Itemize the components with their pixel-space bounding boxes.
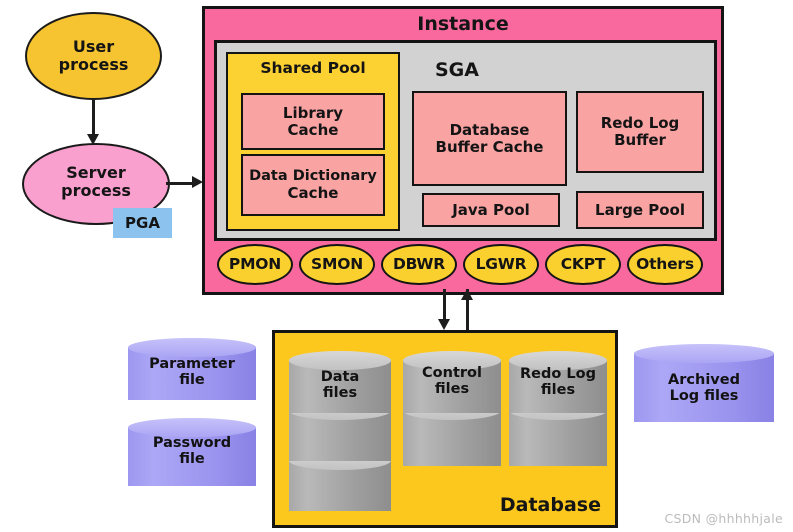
background-process-others-label: Others <box>636 254 694 273</box>
instance-container[interactable]: Instance SGA Shared Pool Library Cache D… <box>202 6 724 295</box>
server-process-label: Server process <box>61 164 131 200</box>
large-pool-label: Large Pool <box>595 200 685 219</box>
data-dictionary-cache-label: Data Dictionary Cache <box>249 168 377 201</box>
shared-pool-title: Shared Pool <box>260 59 366 77</box>
database-buffer-cache-label-line1: Database <box>449 120 530 139</box>
connector-user-to-server <box>92 100 95 136</box>
java-pool-label: Java Pool <box>452 200 530 219</box>
background-process-ckpt-label: CKPT <box>560 254 606 273</box>
redo-log-buffer-box[interactable]: Redo Log Buffer <box>576 91 704 173</box>
background-process-ckpt[interactable]: CKPT <box>545 244 621 285</box>
redo-log-files-cylinder[interactable]: Redo Log files <box>509 351 607 413</box>
java-pool-box[interactable]: Java Pool <box>422 193 560 227</box>
arrow-instance-to-database <box>438 319 450 330</box>
user-process-label-line1: User <box>72 37 115 57</box>
data-files-label: Data files <box>289 368 391 402</box>
large-pool-box[interactable]: Large Pool <box>576 191 704 229</box>
data-files-label-line1: Data <box>320 368 360 385</box>
data-dictionary-cache-label-line2: Cache <box>287 183 339 202</box>
password-file-label: Password file <box>128 435 256 468</box>
background-process-smon[interactable]: SMON <box>299 244 375 285</box>
parameter-file-label: Parameter file <box>128 355 256 389</box>
password-file-label-line1: Password <box>152 435 232 452</box>
redo-log-files-label-line2: files <box>540 382 576 399</box>
database-container[interactable]: Data files Control files Redo Log files … <box>272 330 618 528</box>
password-file-label-line2: file <box>179 451 205 467</box>
archived-log-files-cylinder[interactable]: Archived Log files <box>634 344 774 422</box>
control-files-cylinder[interactable]: Control files <box>403 351 501 413</box>
library-cache-label-line2: Cache <box>287 120 339 139</box>
background-process-pmon[interactable]: PMON <box>217 244 293 285</box>
background-process-others[interactable]: Others <box>627 244 703 285</box>
pga-box[interactable]: PGA <box>113 208 172 238</box>
data-dictionary-cache-label-line1: Data Dictionary <box>249 168 377 185</box>
redo-log-buffer-label: Redo Log Buffer <box>601 115 680 149</box>
watermark: CSDN @hhhhhjale <box>664 511 783 526</box>
archived-log-files-label-line2: Log files <box>669 388 739 405</box>
user-process-node[interactable]: User process <box>25 12 162 100</box>
control-files-label-line1: Control <box>422 365 482 382</box>
data-dictionary-cache-box[interactable]: Data Dictionary Cache <box>241 154 385 216</box>
background-process-lgwr-label: LGWR <box>475 254 527 273</box>
database-buffer-cache-label-line2: Buffer Cache <box>435 137 544 156</box>
shared-pool-container[interactable]: Shared Pool Library Cache Data Dictionar… <box>226 52 400 231</box>
arrow-database-to-instance <box>461 289 473 300</box>
control-files-label-line2: files <box>434 381 470 397</box>
server-process-label-line1: Server <box>66 163 126 183</box>
control-files-label: Control files <box>403 365 501 398</box>
library-cache-label: Library Cache <box>282 103 344 139</box>
archived-log-files-label-line1: Archived <box>668 372 740 389</box>
database-buffer-cache-box[interactable]: Database Buffer Cache <box>412 91 567 186</box>
diagram-canvas: User process Server process PGA Instance… <box>0 0 793 532</box>
parameter-file-label-line2: file <box>179 371 205 388</box>
password-file-cylinder[interactable]: Password file <box>128 418 256 486</box>
data-files-disk-1-top <box>289 351 391 370</box>
parameter-file-label-line1: Parameter <box>149 355 235 372</box>
redo-log-files-label: Redo Log files <box>509 366 607 399</box>
background-process-lgwr[interactable]: LGWR <box>463 244 539 285</box>
library-cache-label-line1: Library <box>282 103 344 122</box>
connector-server-to-instance <box>166 182 194 185</box>
sga-container[interactable]: SGA Shared Pool Library Cache Data Dicti… <box>214 40 717 241</box>
sga-title: SGA <box>435 59 479 81</box>
parameter-file-cylinder-top <box>128 338 256 357</box>
redo-log-buffer-label-line1: Redo Log <box>600 114 680 133</box>
server-process-label-line2: process <box>61 181 131 200</box>
background-process-dbwr-label: DBWR <box>392 254 446 273</box>
redo-log-buffer-label-line2: Buffer <box>614 131 666 149</box>
data-files-cylinder[interactable]: Data files <box>289 351 391 413</box>
parameter-file-cylinder[interactable]: Parameter file <box>128 338 256 400</box>
instance-title: Instance <box>417 13 509 35</box>
database-buffer-cache-label: Database Buffer Cache <box>435 120 544 156</box>
database-title: Database <box>499 494 601 516</box>
connector-instance-to-database <box>443 289 446 321</box>
data-files-label-line2: files <box>322 384 358 401</box>
archived-log-files-cylinder-top <box>634 344 774 363</box>
background-process-pmon-label: PMON <box>228 254 282 273</box>
background-process-smon-label: SMON <box>311 254 363 273</box>
user-process-label-line2: process <box>58 55 129 74</box>
background-process-dbwr[interactable]: DBWR <box>381 244 457 285</box>
pga-label: PGA <box>125 213 160 232</box>
redo-log-files-label-line1: Redo Log <box>520 366 596 383</box>
archived-log-files-label: Archived Log files <box>634 372 774 405</box>
library-cache-box[interactable]: Library Cache <box>241 93 385 150</box>
user-process-label: User process <box>59 38 129 74</box>
